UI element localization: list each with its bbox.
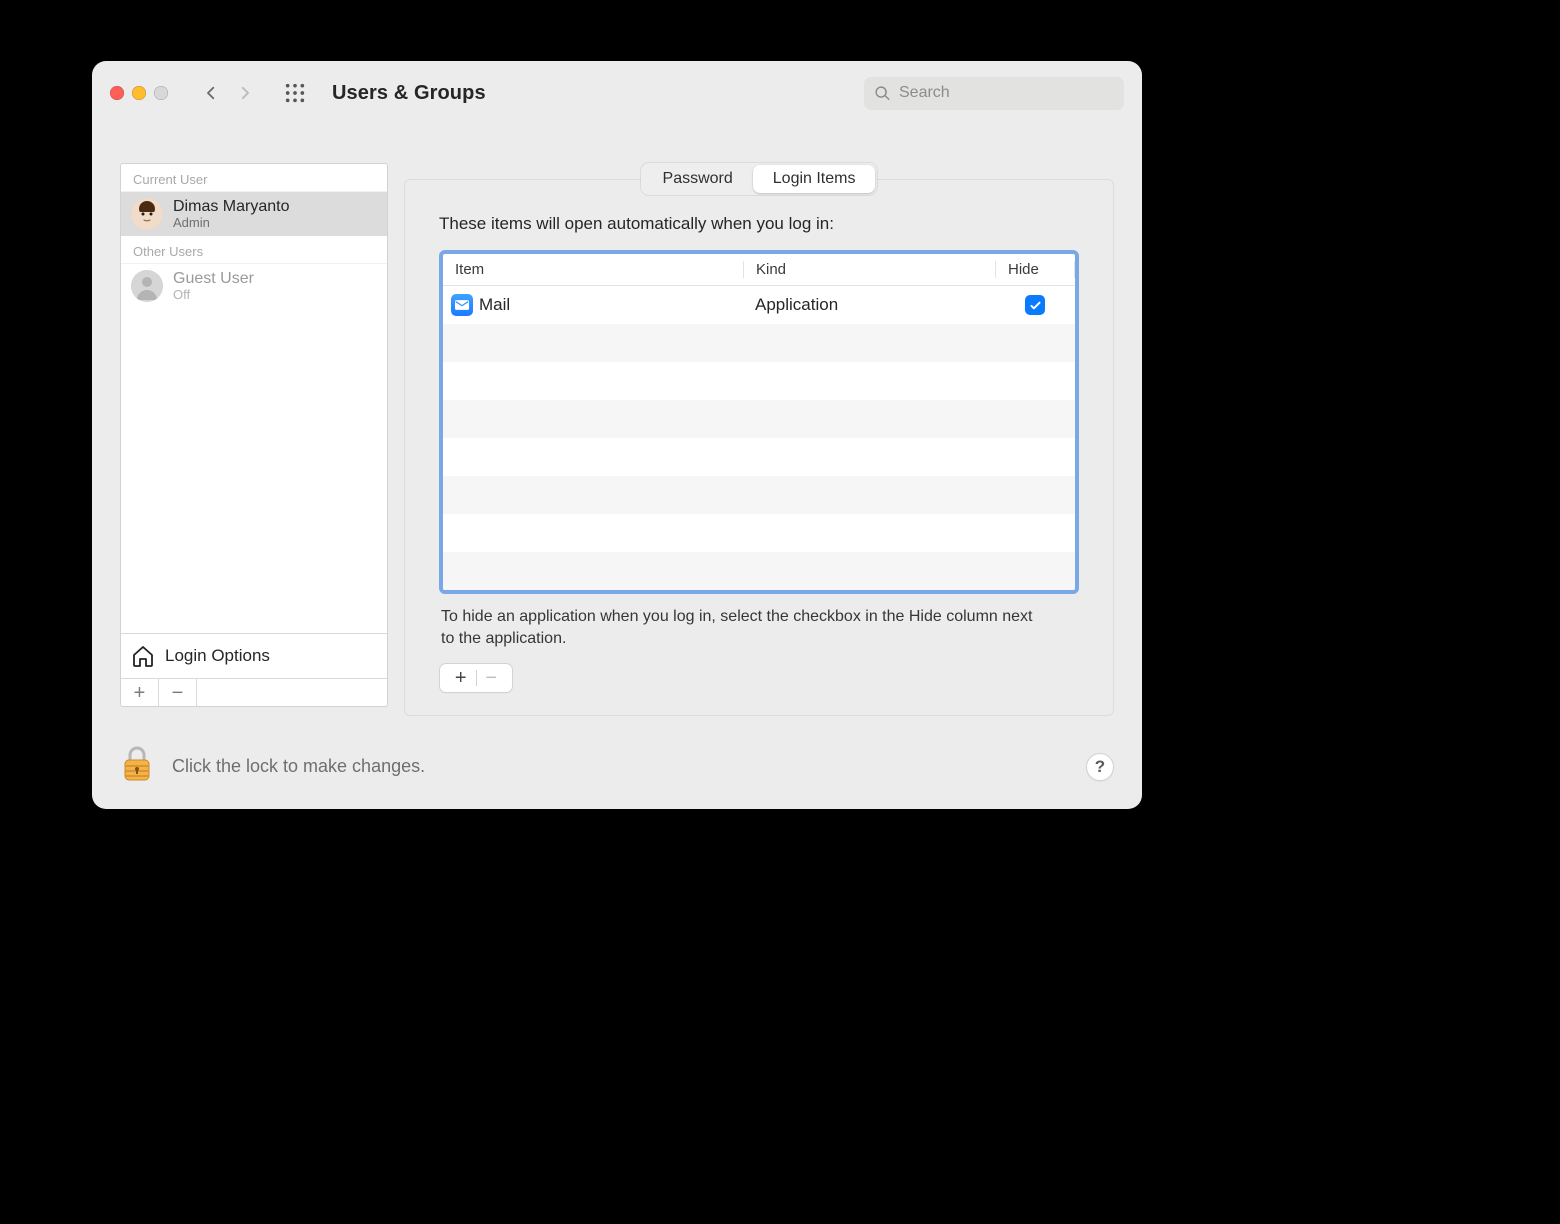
add-user-button[interactable]: + <box>121 679 159 706</box>
minimize-window-button[interactable] <box>132 86 146 100</box>
forward-button <box>228 76 262 110</box>
sidebar-user-current[interactable]: Dimas Maryanto Admin <box>121 192 387 236</box>
sidebar-user-guest[interactable]: Guest User Off <box>121 264 387 308</box>
lock-icon <box>120 744 154 784</box>
login-items-panel: These items will open automatically when… <box>404 179 1114 716</box>
login-items-table[interactable]: Item Kind Hide Mail Applicat <box>439 250 1079 594</box>
login-items-intro: These items will open automatically when… <box>439 214 1079 234</box>
lock-button[interactable] <box>120 744 154 789</box>
user-name: Guest User <box>173 270 254 288</box>
system-preferences-window: Users & Groups Current User Dim <box>92 61 1142 809</box>
table-row <box>443 476 1075 514</box>
house-icon <box>131 644 155 668</box>
user-role: Admin <box>173 216 289 230</box>
table-row[interactable]: Mail Application <box>443 286 1075 324</box>
guest-avatar-icon <box>131 270 163 302</box>
footer: Click the lock to make changes. ? <box>92 740 1142 809</box>
search-icon <box>874 85 891 102</box>
table-row <box>443 400 1075 438</box>
login-options-label: Login Options <box>165 646 270 666</box>
show-all-button[interactable] <box>278 76 312 110</box>
table-header: Item Kind Hide <box>443 254 1075 286</box>
checkmark-icon <box>1029 299 1042 312</box>
search-field[interactable] <box>864 77 1124 110</box>
login-options-button[interactable]: Login Options <box>121 633 387 678</box>
current-user-section-label: Current User <box>121 164 387 192</box>
table-row <box>443 514 1075 552</box>
remove-login-item-button[interactable]: − <box>477 668 507 688</box>
titlebar: Users & Groups <box>92 61 1142 125</box>
hide-checkbox[interactable] <box>1025 295 1045 315</box>
login-items-add-remove: + − <box>439 663 513 693</box>
avatar <box>131 198 163 230</box>
user-name: Dimas Maryanto <box>173 198 289 216</box>
table-row <box>443 438 1075 476</box>
hide-hint-text: To hide an application when you log in, … <box>441 606 1041 649</box>
column-hide[interactable]: Hide <box>995 261 1075 278</box>
column-kind[interactable]: Kind <box>743 261 995 278</box>
tab-password[interactable]: Password <box>643 165 753 193</box>
other-users-section-label: Other Users <box>121 236 387 264</box>
maximize-window-button <box>154 86 168 100</box>
grid-icon <box>284 82 306 104</box>
chevron-left-icon <box>202 84 220 102</box>
avatar <box>131 270 163 302</box>
back-button[interactable] <box>194 76 228 110</box>
table-row <box>443 552 1075 590</box>
close-window-button[interactable] <box>110 86 124 100</box>
item-name: Mail <box>479 295 510 315</box>
user-status: Off <box>173 288 254 302</box>
table-body: Mail Application <box>443 286 1075 590</box>
chevron-right-icon <box>236 84 254 102</box>
mail-app-icon <box>451 294 473 316</box>
remove-user-button[interactable]: − <box>159 679 197 706</box>
item-kind: Application <box>743 295 995 315</box>
tab-login-items[interactable]: Login Items <box>753 165 876 193</box>
column-item[interactable]: Item <box>443 261 743 278</box>
add-login-item-button[interactable]: + <box>446 668 476 688</box>
table-row <box>443 362 1075 400</box>
memoji-avatar-icon <box>131 198 163 230</box>
sidebar-add-remove: + − <box>121 678 387 706</box>
search-input[interactable] <box>897 83 1114 103</box>
users-sidebar: Current User Dimas Maryanto Admin Other … <box>120 163 388 707</box>
window-title: Users & Groups <box>332 82 486 105</box>
tab-bar: Password Login Items <box>404 163 1114 195</box>
help-button[interactable]: ? <box>1086 753 1114 781</box>
table-row <box>443 324 1075 362</box>
lock-message: Click the lock to make changes. <box>172 756 425 777</box>
window-controls <box>110 86 168 100</box>
